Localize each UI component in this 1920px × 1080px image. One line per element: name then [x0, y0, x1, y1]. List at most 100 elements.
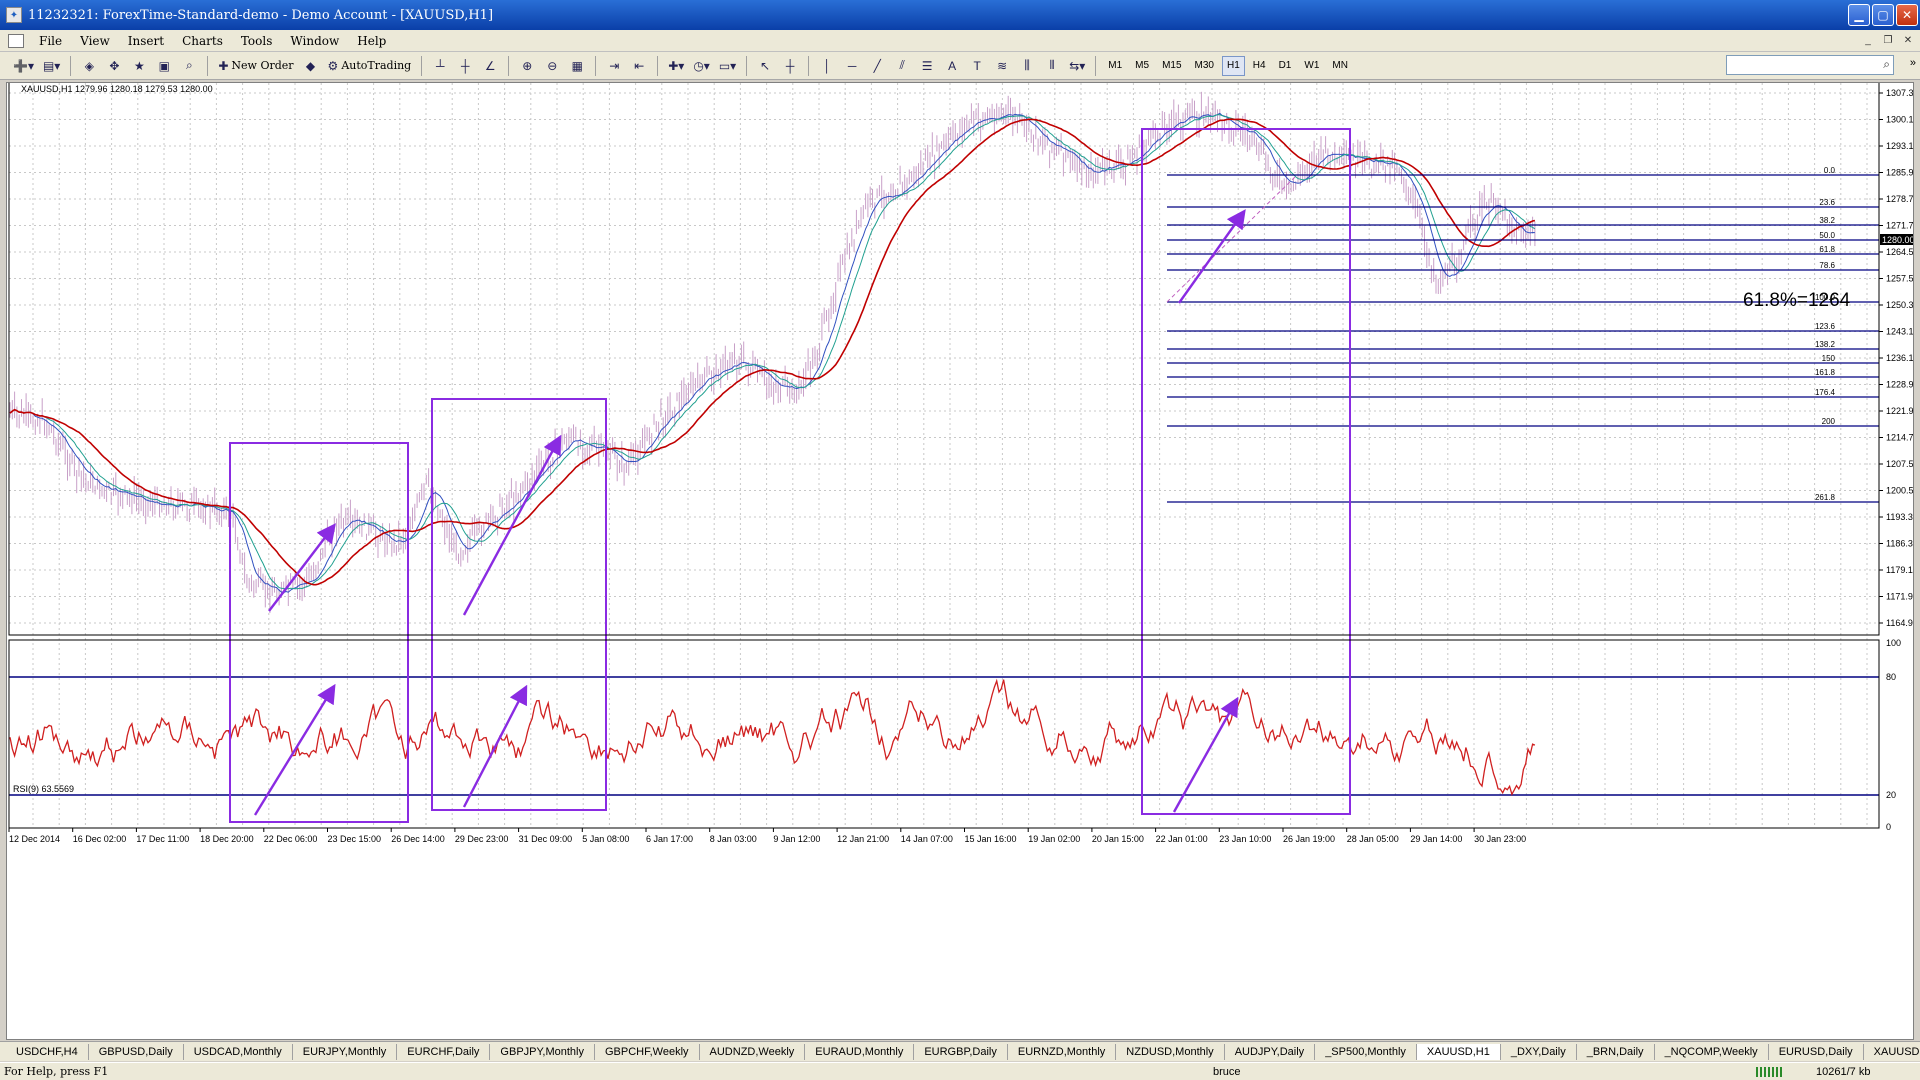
- period-separators-icon[interactable]: ⦀: [1041, 55, 1063, 77]
- chart-tab[interactable]: XAUUSD,H1: [1416, 1043, 1501, 1060]
- maximize-button[interactable]: ▢: [1872, 4, 1894, 26]
- new-order-button[interactable]: ✚ New Order: [215, 55, 296, 77]
- grid-icon[interactable]: ⫼: [1016, 55, 1038, 77]
- arrows-icon[interactable]: ⇆▾: [1066, 55, 1088, 77]
- menu-file[interactable]: File: [30, 34, 71, 48]
- fibo-fan-icon[interactable]: ≋: [991, 55, 1013, 77]
- menu-view[interactable]: View: [71, 34, 119, 48]
- strategy-tester-icon[interactable]: ⌕: [178, 55, 200, 77]
- zoom-in-icon[interactable]: ⊕: [516, 55, 538, 77]
- auto-scroll-icon[interactable]: ⇥: [603, 55, 625, 77]
- timeframe-m5[interactable]: M5: [1130, 56, 1154, 76]
- price-chart[interactable]: 0.023.638.250.061.878.6100.0123.6138.215…: [7, 83, 1913, 1039]
- text-label-icon[interactable]: T: [966, 55, 988, 77]
- timeframe-m1[interactable]: M1: [1103, 56, 1127, 76]
- chart-tab[interactable]: _BRN,Daily: [1577, 1043, 1655, 1060]
- rsi-label: RSI(9) 63.5569: [13, 784, 74, 794]
- time-tick-label: 12 Jan 21:00: [837, 834, 889, 844]
- chart-tab[interactable]: NZDUSD,Monthly: [1116, 1043, 1225, 1060]
- mdi-minimize-button[interactable]: _: [1860, 33, 1876, 47]
- chart-tab[interactable]: USDCHF,H4: [6, 1043, 89, 1060]
- menu-tools[interactable]: Tools: [232, 34, 282, 48]
- chart-tab[interactable]: XAUUSD,Weekly: [1864, 1044, 1920, 1060]
- timeframe-h1[interactable]: H1: [1221, 55, 1245, 76]
- terminal-icon[interactable]: ▣: [153, 55, 175, 77]
- equidistant-channel-icon[interactable]: ⫽: [891, 55, 913, 77]
- indicators-icon[interactable]: ✚▾: [665, 55, 687, 77]
- menu-window[interactable]: Window: [281, 34, 348, 48]
- price-tick-label: 1285.90: [1886, 168, 1913, 178]
- close-button[interactable]: ✕: [1896, 4, 1918, 26]
- chart-tab[interactable]: EURAUD,Monthly: [805, 1043, 915, 1060]
- chart-tab[interactable]: GBPJPY,Monthly: [490, 1043, 595, 1060]
- trendline-icon[interactable]: ╱: [866, 55, 888, 77]
- price-tick-label: 1186.30: [1886, 539, 1913, 549]
- time-tick-label: 17 Dec 11:00: [136, 834, 189, 844]
- timeframe-h4[interactable]: H4: [1248, 56, 1271, 76]
- timeframe-m30[interactable]: M30: [1190, 56, 1219, 76]
- chart-tab[interactable]: EURJPY,Monthly: [293, 1043, 398, 1060]
- chart-tab[interactable]: EURGBP,Daily: [914, 1043, 1008, 1060]
- profiles-icon[interactable]: ▤▾: [40, 55, 63, 77]
- menu-insert[interactable]: Insert: [119, 34, 173, 48]
- timeframe-mn[interactable]: MN: [1327, 56, 1353, 76]
- chart-tab[interactable]: AUDJPY,Daily: [1225, 1043, 1316, 1060]
- chart-tab[interactable]: _NQCOMP,Weekly: [1655, 1043, 1769, 1060]
- periods-icon[interactable]: ◷▾: [690, 55, 713, 77]
- metaeditor-icon[interactable]: ◆: [300, 55, 322, 77]
- templates-icon[interactable]: ▭▾: [716, 55, 739, 77]
- crosshair-icon[interactable]: ┼: [779, 55, 801, 77]
- menu-charts[interactable]: Charts: [173, 34, 232, 48]
- text-icon[interactable]: A: [941, 55, 963, 77]
- current-price-label: 1280.00: [1882, 235, 1913, 245]
- chart-window[interactable]: 0.0 23.6 38.2 50.0 61.8 78.6 100.0 123.6 138.2 15…: [6, 82, 1914, 1040]
- chart-tab[interactable]: EURNZD,Monthly: [1008, 1043, 1117, 1060]
- new-order-label: New Order: [231, 59, 294, 72]
- candlestick-icon[interactable]: ┼: [454, 55, 476, 77]
- search-input[interactable]: [1726, 55, 1894, 75]
- chart-window-icon[interactable]: [8, 33, 24, 48]
- minimize-button[interactable]: ▁: [1848, 4, 1870, 26]
- tile-windows-icon[interactable]: ▦: [566, 55, 588, 77]
- zoom-out-icon[interactable]: ⊖: [541, 55, 563, 77]
- data-window-icon[interactable]: ✥: [103, 55, 125, 77]
- mdi-close-button[interactable]: ✕: [1900, 33, 1916, 47]
- price-frame: [8, 83, 1880, 636]
- time-tick-label: 22 Dec 06:00: [264, 834, 318, 844]
- chart-tab[interactable]: GBPCHF,Weekly: [595, 1043, 700, 1060]
- fib-level-label: 23.6: [1819, 198, 1835, 207]
- time-tick-label: 31 Dec 09:00: [519, 834, 573, 844]
- search-icon[interactable]: ⌕: [1883, 57, 1890, 72]
- chart-tab[interactable]: EURCHF,Daily: [397, 1043, 491, 1060]
- toolbar-options-icon[interactable]: »: [1910, 57, 1916, 69]
- menu-help[interactable]: Help: [348, 34, 395, 48]
- fibonacci-icon[interactable]: ☰: [916, 55, 938, 77]
- horizontal-line-icon[interactable]: ─: [841, 55, 863, 77]
- navigator-icon[interactable]: ★: [128, 55, 150, 77]
- chart-header: XAUUSD,H1 1279.96 1280.18 1279.53 1280.0…: [21, 84, 213, 94]
- status-help: For Help, press F1: [4, 1065, 109, 1078]
- price-tick-label: 1271.70: [1886, 221, 1913, 231]
- price-tick-label: 1278.70: [1886, 194, 1913, 204]
- chart-tab[interactable]: USDCAD,Monthly: [184, 1043, 293, 1060]
- timeframe-d1[interactable]: D1: [1274, 56, 1297, 76]
- chart-tab[interactable]: GBPUSD,Daily: [89, 1043, 184, 1060]
- market-watch-icon[interactable]: ◈: [78, 55, 100, 77]
- line-chart-icon[interactable]: ∠: [479, 55, 501, 77]
- time-tick-label: 12 Dec 2014: [9, 834, 60, 844]
- chart-tab[interactable]: _DXY,Daily: [1501, 1043, 1577, 1060]
- auto-trading-button[interactable]: ⚙ AutoTrading: [325, 55, 415, 77]
- timeframe-m15[interactable]: M15: [1157, 56, 1186, 76]
- chart-shift-icon[interactable]: ⇤: [628, 55, 650, 77]
- chart-tab[interactable]: EURUSD,Daily: [1769, 1043, 1864, 1060]
- chart-tab[interactable]: AUDNZD,Weekly: [700, 1043, 806, 1060]
- bar-chart-icon[interactable]: ┴: [429, 55, 451, 77]
- mdi-restore-button[interactable]: ❐: [1880, 33, 1896, 47]
- time-tick-label: 9 Jan 12:00: [773, 834, 820, 844]
- new-chart-icon[interactable]: ➕▾: [10, 55, 37, 77]
- timeframe-w1[interactable]: W1: [1299, 56, 1324, 76]
- time-tick-label: 16 Dec 02:00: [73, 834, 127, 844]
- cursor-icon[interactable]: ↖: [754, 55, 776, 77]
- vertical-line-icon[interactable]: │: [816, 55, 838, 77]
- chart-tab[interactable]: _SP500,Monthly: [1315, 1043, 1417, 1060]
